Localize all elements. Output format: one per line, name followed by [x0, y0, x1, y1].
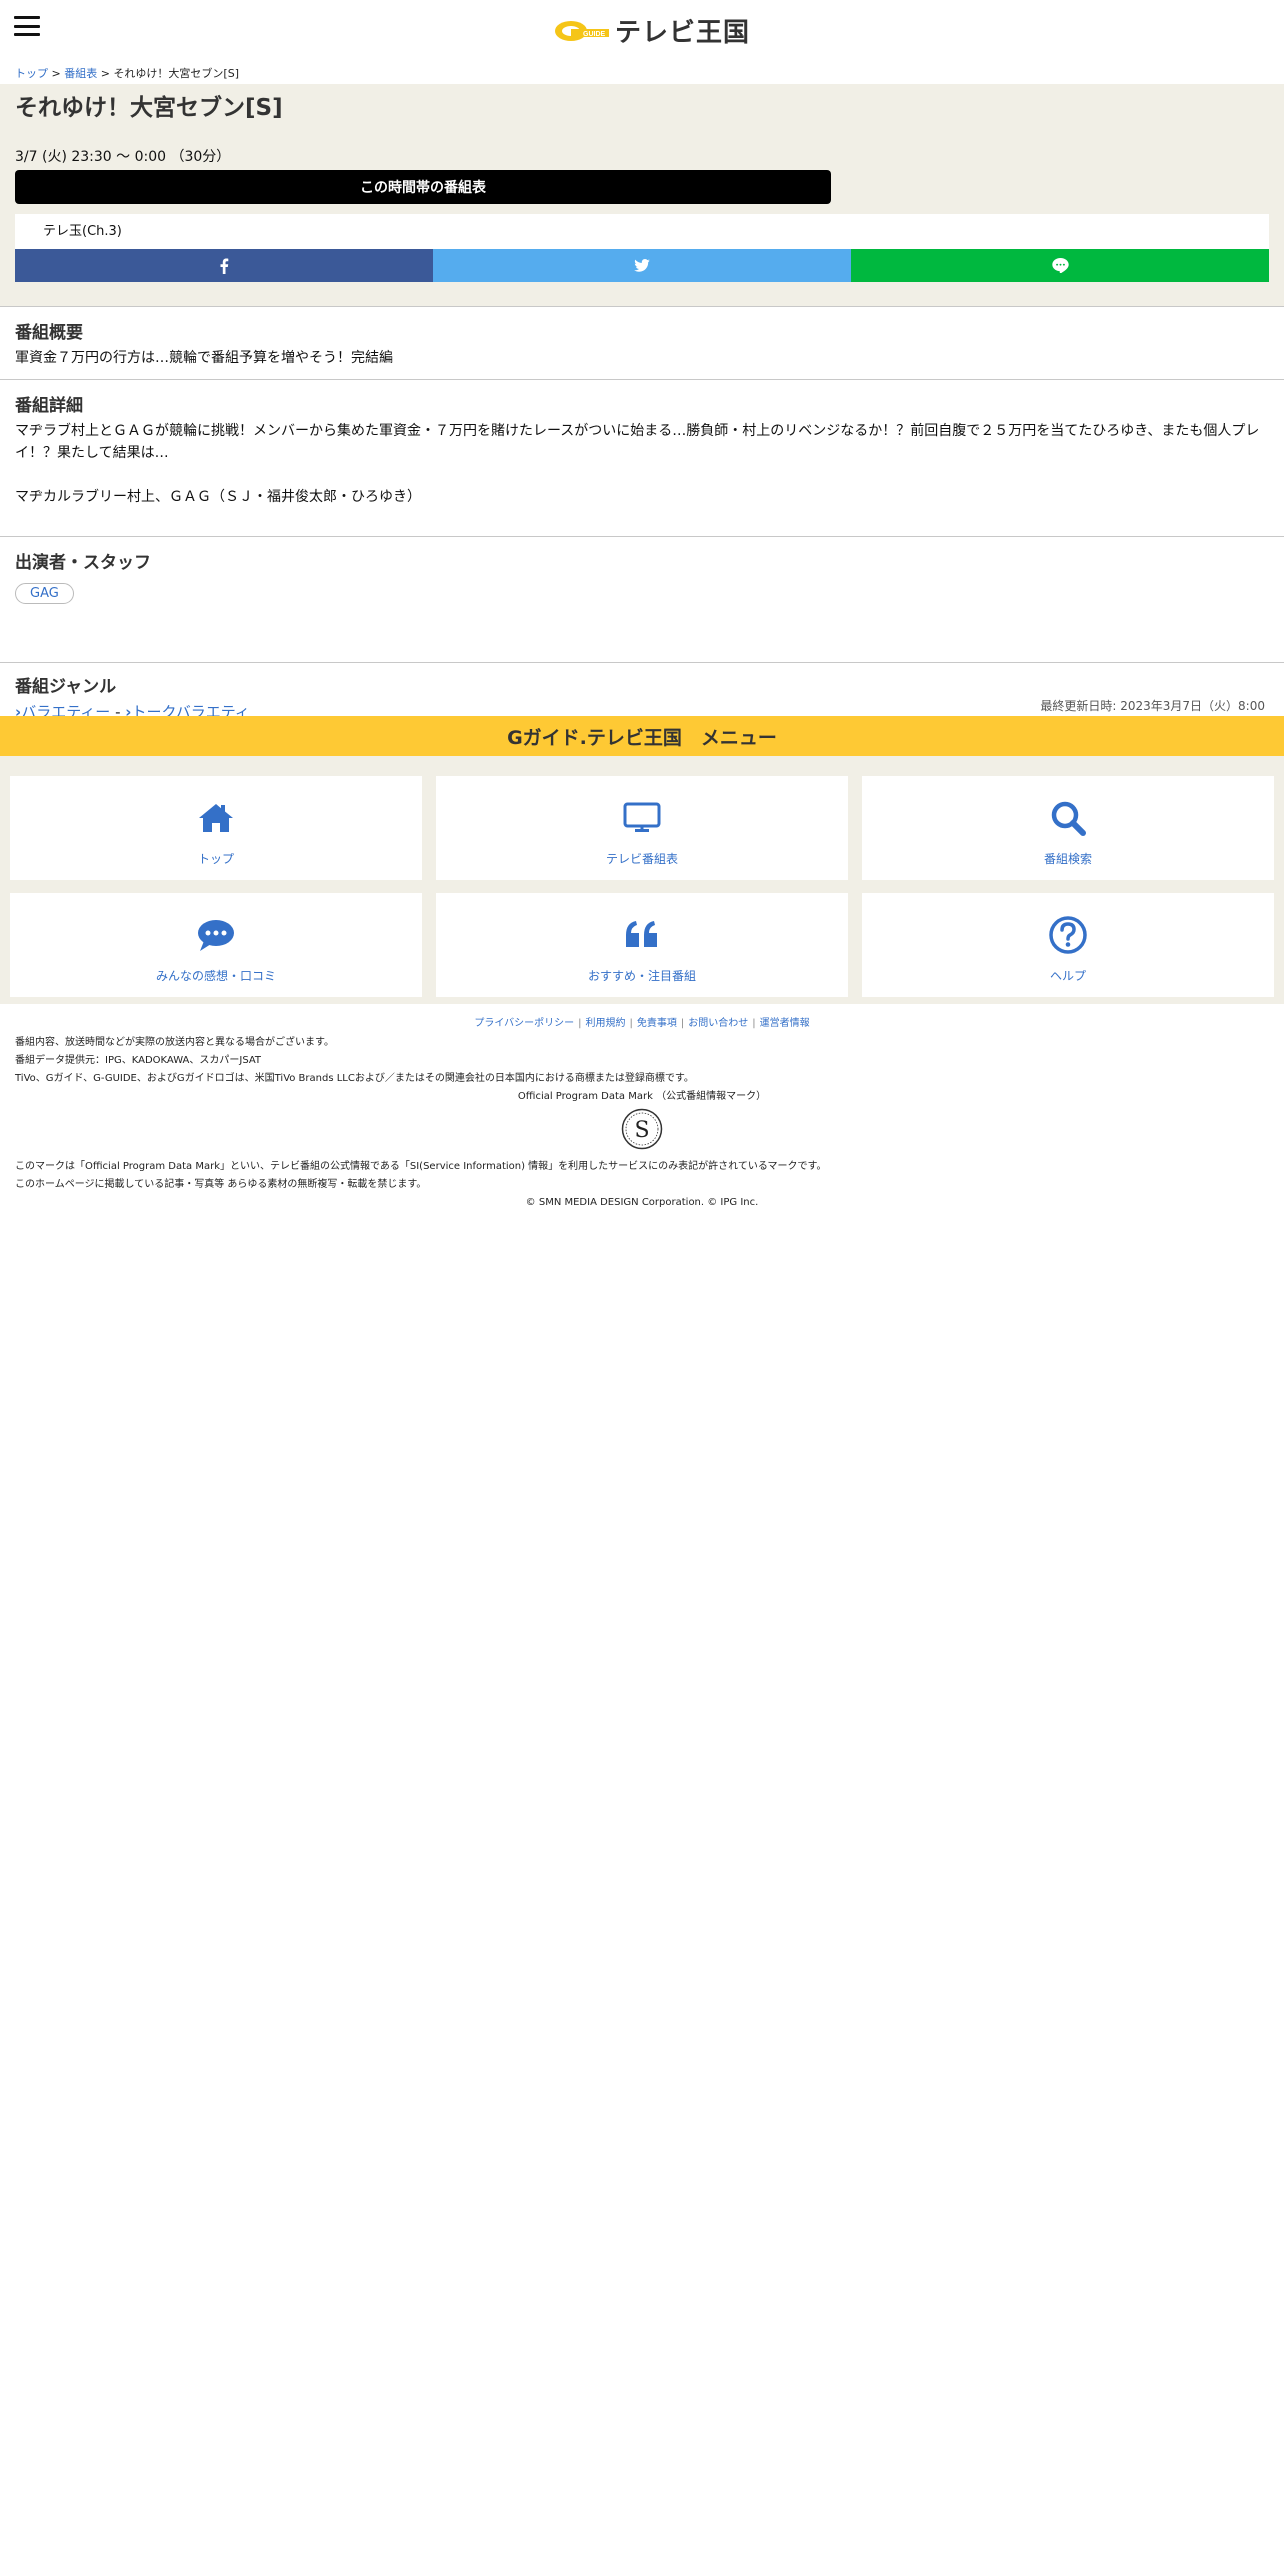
detail-section: 番組詳細 マヂラブ村上とＧＡＧが競輪に挑戦！メンバーから集めた軍資金・７万円を賭… [0, 379, 1284, 536]
breadcrumb: トップ > 番組表 > それゆけ！大宮セブン[S] [0, 64, 1284, 84]
breadcrumb-current: それゆけ！大宮セブン[S] [113, 67, 240, 80]
genre-heading: 番組ジャンル [15, 677, 117, 697]
menu-item-label: おすすめ・注目番組 [587, 969, 696, 983]
footer-separator: | [752, 1018, 756, 1029]
facebook-icon [220, 258, 229, 274]
menu-item-label: トップ [197, 852, 234, 866]
footer-copyright: © SMN MEDIA DESIGN Corporation. © IPG In… [525, 1197, 759, 1208]
footer-notice: 番組内容、放送時間などが実際の放送内容と異なる場合がございます。 [15, 1037, 334, 1048]
footer-link-privacy[interactable]: プライバシーポリシー [474, 1018, 574, 1029]
site-logo[interactable]: GUIDE テレビ王国 [553, 12, 750, 49]
footer: プライバシーポリシー | 利用規約 | 免責事項 | お問い合わせ | 運営者情報 番組内容、放… [0, 1014, 1284, 1212]
line-icon [1051, 258, 1069, 273]
menu-item-label: ヘルプ [1049, 969, 1086, 983]
menu-item-top[interactable]: トップ [10, 776, 422, 880]
footer-mark-explanation: このマークは「Official Program Data Mark」といい、テレ… [15, 1161, 827, 1172]
official-mark-icon: S [621, 1108, 663, 1150]
menu-item-help[interactable]: ヘルプ [862, 893, 1274, 997]
menu-item-label: みんなの感想・口コミ [155, 969, 276, 983]
tv-icon [623, 802, 661, 832]
header: GUIDE テレビ王国 [0, 0, 1284, 64]
overview-section: 番組概要 軍資金７万円の行方は…競輪で番組予算を増やそう！完結編 [0, 306, 1284, 379]
menu-title: Gガイド.テレビ王国 メニュー [0, 716, 1284, 756]
breadcrumb-top-link[interactable]: トップ [15, 67, 48, 80]
line-share-button[interactable] [851, 249, 1269, 282]
comment-icon [198, 920, 234, 951]
menu-item-reviews[interactable]: みんなの感想・口コミ [10, 893, 422, 997]
share-buttons [15, 249, 1269, 282]
official-program-data-mark: S [0, 1108, 1284, 1150]
program-hero: それゆけ！大宮セブン[S] 3/7 (火) 23:30 ～ 0:00 （30分）… [0, 84, 1284, 306]
official-mark-label: Official Program Data Mark （公式番組情報マーク） [517, 1091, 767, 1102]
footer-links: プライバシーポリシー | 利用規約 | 免責事項 | お問い合わせ | 運営者情報 [0, 1014, 1284, 1034]
official-mark-letter: S [634, 1118, 649, 1143]
footer-link-disclaimer[interactable]: 免責事項 [637, 1018, 677, 1029]
site-menu: Gガイド.テレビ王国 メニュー トップ テレビ番組表 番組検索 みんなの感想・口… [0, 716, 1284, 1004]
menu-item-search[interactable]: 番組検索 [862, 776, 1274, 880]
timeslot-schedule-button[interactable]: この時間帯の番組表 [15, 170, 831, 204]
menu-item-label: テレビ番組表 [605, 852, 678, 866]
footer-link-operator[interactable]: 運営者情報 [760, 1018, 810, 1029]
cast-heading: 出演者・スタッフ [15, 553, 151, 573]
breadcrumb-separator: > [48, 67, 65, 80]
detail-heading: 番組詳細 [15, 396, 83, 416]
footer-data-source: 番組データ提供元：IPG、KADOKAWA、スカパーJSAT [15, 1055, 262, 1066]
cast-section: 出演者・スタッフ GAG [0, 536, 1284, 662]
overview-heading: 番組概要 [15, 323, 83, 343]
menu-item-label: 番組検索 [1043, 852, 1092, 866]
footer-separator: | [629, 1018, 633, 1029]
menu-hamburger-icon[interactable] [14, 16, 40, 36]
program-airtime: 3/7 (火) 23:30 ～ 0:00 （30分） [15, 149, 231, 165]
help-icon [1049, 916, 1087, 954]
program-title: それゆけ！大宮セブン[S] [15, 95, 283, 121]
overview-text: 軍資金７万円の行方は…競輪で番組予算を増やそう！完結編 [15, 350, 393, 366]
facebook-share-button[interactable] [15, 249, 433, 282]
detail-text: マヂラブ村上とＧＡＧが競輪に挑戦！メンバーから集めた軍資金・７万円を賭けたレース… [15, 423, 1260, 461]
menu-item-recommended[interactable]: おすすめ・注目番組 [436, 893, 848, 997]
breadcrumb-schedule-link[interactable]: 番組表 [64, 67, 97, 80]
footer-separator: | [680, 1018, 685, 1029]
svg-text:GUIDE: GUIDE [583, 31, 606, 38]
channel-name: テレ玉(Ch.3) [15, 214, 1269, 249]
last-updated: 最終更新日時: 2023年3月7日（火）8:00 [1040, 699, 1265, 713]
footer-link-contact[interactable]: お問い合わせ [688, 1018, 748, 1029]
twitter-share-button[interactable] [433, 249, 851, 282]
breadcrumb-separator: > [97, 67, 114, 80]
detail-cast-text: マヂカルラブリー村上、ＧＡＧ（ＳＪ・福井俊太郎・ひろゆき） [15, 489, 421, 505]
twitter-icon [634, 259, 650, 272]
footer-trademark: TiVo、Gガイド、G-GUIDE、およびGガイドロゴは、米国TiVo Bran… [15, 1073, 694, 1084]
home-icon [199, 804, 233, 832]
g-guide-logo-icon: GUIDE [555, 20, 609, 41]
footer-separator: | [578, 1018, 582, 1029]
menu-item-tv-schedule[interactable]: テレビ番組表 [436, 776, 848, 880]
search-icon [1051, 801, 1086, 836]
quote-icon [626, 921, 657, 947]
logo-text: テレビ王国 [615, 18, 751, 48]
cast-tag[interactable]: GAG [15, 583, 74, 604]
footer-link-terms[interactable]: 利用規約 [586, 1018, 626, 1029]
footer-copy-notice: このホームページに掲載している記事・写真等 あらゆる素材の無断複写・転載を禁じま… [15, 1179, 427, 1190]
